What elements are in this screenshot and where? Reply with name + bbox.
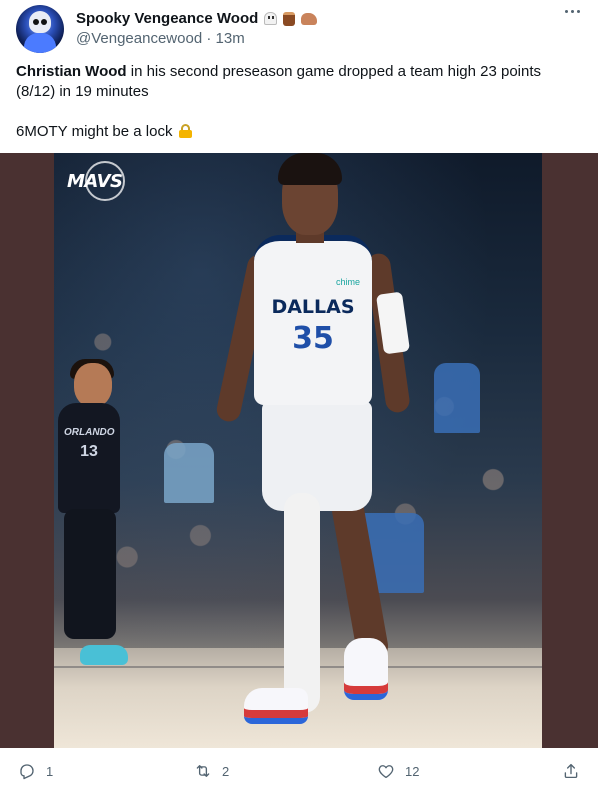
reply-icon	[20, 764, 34, 780]
lock-icon	[178, 124, 192, 138]
tweet-media[interactable]: MAVS ORLANDO 13 chime DALLAS 35	[0, 153, 598, 748]
tweet-timestamp[interactable]: 13m	[216, 30, 245, 47]
tweet-photo[interactable]: MAVS ORLANDO 13 chime DALLAS 35	[54, 153, 542, 748]
tweet-actions-bar: 1 2 12	[0, 748, 598, 791]
jersey-number: 35	[292, 321, 334, 356]
more-dot-icon	[565, 10, 568, 13]
skull-avatar-graphic	[29, 11, 51, 33]
tweet-bold-name: Christian Wood	[16, 63, 127, 80]
tweet-text-part2: 6MOTY might be a lock	[16, 123, 173, 140]
sneaker-icon	[80, 645, 128, 665]
sponsor-patch: chime	[335, 277, 360, 287]
heart-icon	[378, 765, 394, 779]
left-sneaker	[244, 688, 308, 724]
share-button[interactable]	[562, 762, 580, 780]
more-options-button[interactable]	[565, 10, 580, 13]
main-jersey: chime DALLAS 35	[254, 235, 372, 405]
tweet-text-line2: 6MOTY might be a lock	[16, 122, 576, 142]
bg-jersey-number: 13	[80, 443, 98, 460]
author-name-row: Spooky Vengeance Wood	[76, 10, 318, 27]
retweet-count: 2	[222, 763, 230, 779]
retweet-icon	[196, 765, 210, 777]
tweet-text: Christian Wood in his second preseason g…	[16, 62, 576, 142]
main-player: chime DALLAS 35	[204, 153, 434, 748]
bg-jersey-team: ORLANDO	[64, 427, 115, 438]
background-player: ORLANDO 13	[54, 359, 164, 673]
reply-button[interactable]: 1	[18, 762, 53, 780]
author-display-name[interactable]: Spooky Vengeance Wood	[76, 10, 258, 27]
ghost-icon	[264, 12, 278, 25]
share-icon	[564, 763, 578, 779]
like-count: 12	[405, 763, 420, 779]
author-handle[interactable]: @Vengeancewood	[76, 30, 202, 47]
retweet-button[interactable]: 2	[194, 762, 229, 780]
wood-icon	[283, 11, 296, 26]
jersey-team-name: DALLAS	[271, 296, 355, 318]
tweet-card[interactable]: Spooky Vengeance Wood @Vengeancewood · 1…	[0, 0, 598, 791]
reply-count: 1	[46, 763, 54, 779]
avatar[interactable]	[16, 5, 64, 53]
right-sneaker	[344, 638, 388, 700]
like-button[interactable]: 12	[377, 762, 419, 780]
author-handle-row: @Vengeancewood · 13m	[76, 30, 245, 47]
separator-dot: ·	[206, 30, 216, 47]
mavs-logo: MAVS	[67, 161, 125, 201]
flexed-biceps-icon	[301, 12, 318, 25]
